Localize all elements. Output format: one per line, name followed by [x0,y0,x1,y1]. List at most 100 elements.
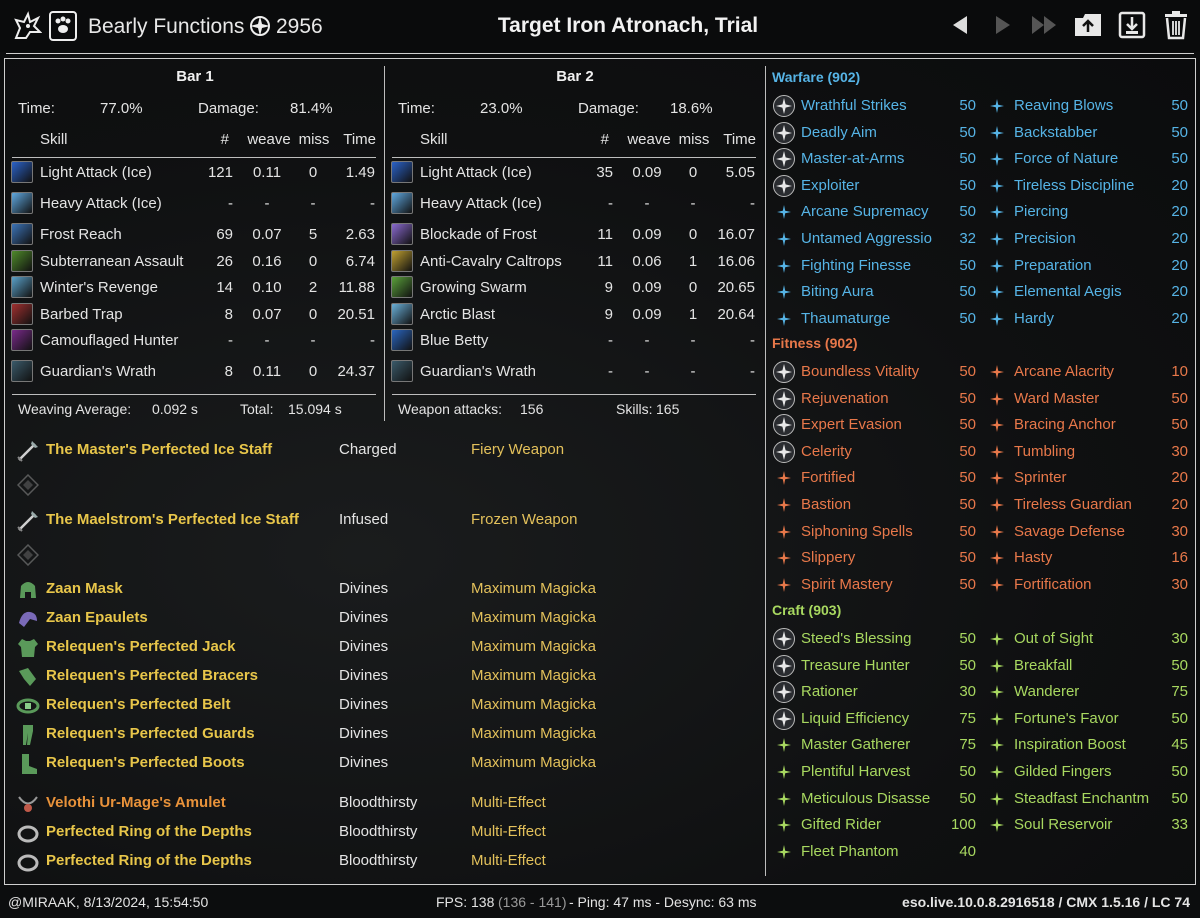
cp-star-name: Force of Nature [1014,150,1119,168]
cp-star-name: Plentiful Harvest [801,763,911,780]
header-rule [392,157,756,158]
column-header: Time [343,131,376,148]
gear-trait: Infused [339,511,389,528]
cp-star-points: 50 [959,150,976,168]
cp-star-icon [773,95,795,117]
cp-star-name: Breakfall [1014,656,1073,674]
cp-tree-title: Fitness (902) [772,335,858,351]
skill-name: Heavy Attack (Ice) [420,195,542,212]
cp-star-name: Deadly Aim [801,123,877,141]
cp-star-name: Expert Evasion [801,416,902,434]
bar-footer-right-label: Total: [240,401,274,417]
skill-time: 11.88 [338,279,375,296]
cp-star-icon [773,814,795,836]
cp-star-name: Siphoning Spells [801,522,913,540]
cp-star-name: Tumbling [1014,442,1076,460]
skill-weave: - [264,332,270,349]
cp-star-points: 20 [1171,309,1188,327]
cp-star-icon [773,361,795,383]
skill-icon [391,192,413,214]
cp-star-points: 30 [1171,575,1188,593]
cp-star-name: Fortune's Favor [1014,709,1119,727]
damage-label: Damage: [198,100,259,117]
cp-star-icon [986,681,1008,703]
gear-trait: Bloodthirsty [339,823,418,840]
time-label: Time: [18,100,55,117]
skill-time: - [370,332,375,349]
cp-star-icon [986,148,1008,170]
cp-star-icon [986,361,1008,383]
cp-star-points: 50 [959,97,976,114]
cp-star-points: 50 [1171,97,1188,114]
cp-star-icon [773,440,795,463]
skill-weave: - [644,332,650,349]
skill-weave: - [264,195,270,212]
time-label: Time: [398,100,435,117]
previous-arrow-icon[interactable] [945,10,975,40]
gear-trait: Divines [339,725,389,742]
trash-icon[interactable] [1161,10,1191,40]
skill-icon [11,360,33,382]
cp-star-icon [773,174,795,197]
cp-star-icon [986,414,1008,436]
gear-trait: Divines [339,754,389,771]
gear-enchantment: Multi-Effect [471,823,546,840]
next-arrow-icon[interactable] [988,10,1018,40]
skill-count: 8 [224,363,233,380]
footer-fps-range: (136 - 141) [498,894,567,910]
skill-weave: 0.09 [632,164,662,181]
cp-star-icon [986,761,1008,783]
skill-time: 24.37 [337,363,375,380]
cp-star-icon [986,228,1008,250]
skill-count: 69 [216,226,233,243]
skill-weave: 0.09 [632,226,662,243]
bar-footer-right-value: 165 [656,401,680,417]
skill-count: 35 [596,164,613,181]
cp-star-name: Fortification [1014,575,1092,593]
cp-star-name: Spirit Mastery [801,575,893,593]
skill-name: Blue Betty [420,332,489,349]
skill-icon [391,161,413,183]
cp-star-points: 50 [959,789,976,807]
last-arrow-icon[interactable] [1030,10,1060,40]
skill-icon [11,250,33,272]
bar-divider [384,66,385,421]
skill-name: Camouflaged Hunter [40,332,179,349]
upload-icon[interactable] [1073,10,1103,40]
skill-time: 2.63 [345,226,375,243]
cp-star-icon [986,494,1008,516]
skill-time: 5.05 [725,164,755,181]
cp-star-icon [986,467,1008,489]
bar-footer-left-value: 156 [520,401,544,417]
column-header: weave [627,131,671,148]
cp-star-icon [773,494,795,516]
cp-star-points: 50 [959,630,976,647]
cp-star-icon [986,788,1008,810]
gear-name: Velothi Ur-Mage's Amulet [46,794,226,811]
bar-footer-left-value: 0.092 s [152,401,198,417]
cp-star-name: Liquid Efficiency [801,709,910,727]
skill-name: Subterranean Assault [40,253,184,270]
skill-weave: 0.10 [252,279,282,296]
skill-icon [11,276,33,298]
cp-star-icon [773,467,795,489]
cp-star-icon [986,734,1008,756]
gear-name: The Master's Perfected Ice Staff [46,441,273,458]
skill-icon [391,223,413,245]
cp-star-points: 32 [959,230,976,247]
column-header: # [220,131,229,148]
cp-star-name: Bastion [801,496,852,513]
cp-star-name: Tireless Guardian [1014,496,1132,513]
skill-time: - [750,195,755,212]
save-icon[interactable] [1117,10,1147,40]
cp-star-icon [986,574,1008,596]
title-bar: Bearly Functions 2956 Target Iron Atrona… [0,0,1200,52]
gear-enchantment: Maximum Magicka [471,580,597,597]
cp-star-points: 50 [959,416,976,434]
cp-star-points: 30 [959,683,976,701]
gear-trait: Divines [339,696,389,713]
cp-star-name: Ward Master [1014,389,1100,407]
cp-star-points: 100 [950,816,976,834]
skill-weave: 0.11 [252,363,282,380]
staff-icon [16,439,40,463]
